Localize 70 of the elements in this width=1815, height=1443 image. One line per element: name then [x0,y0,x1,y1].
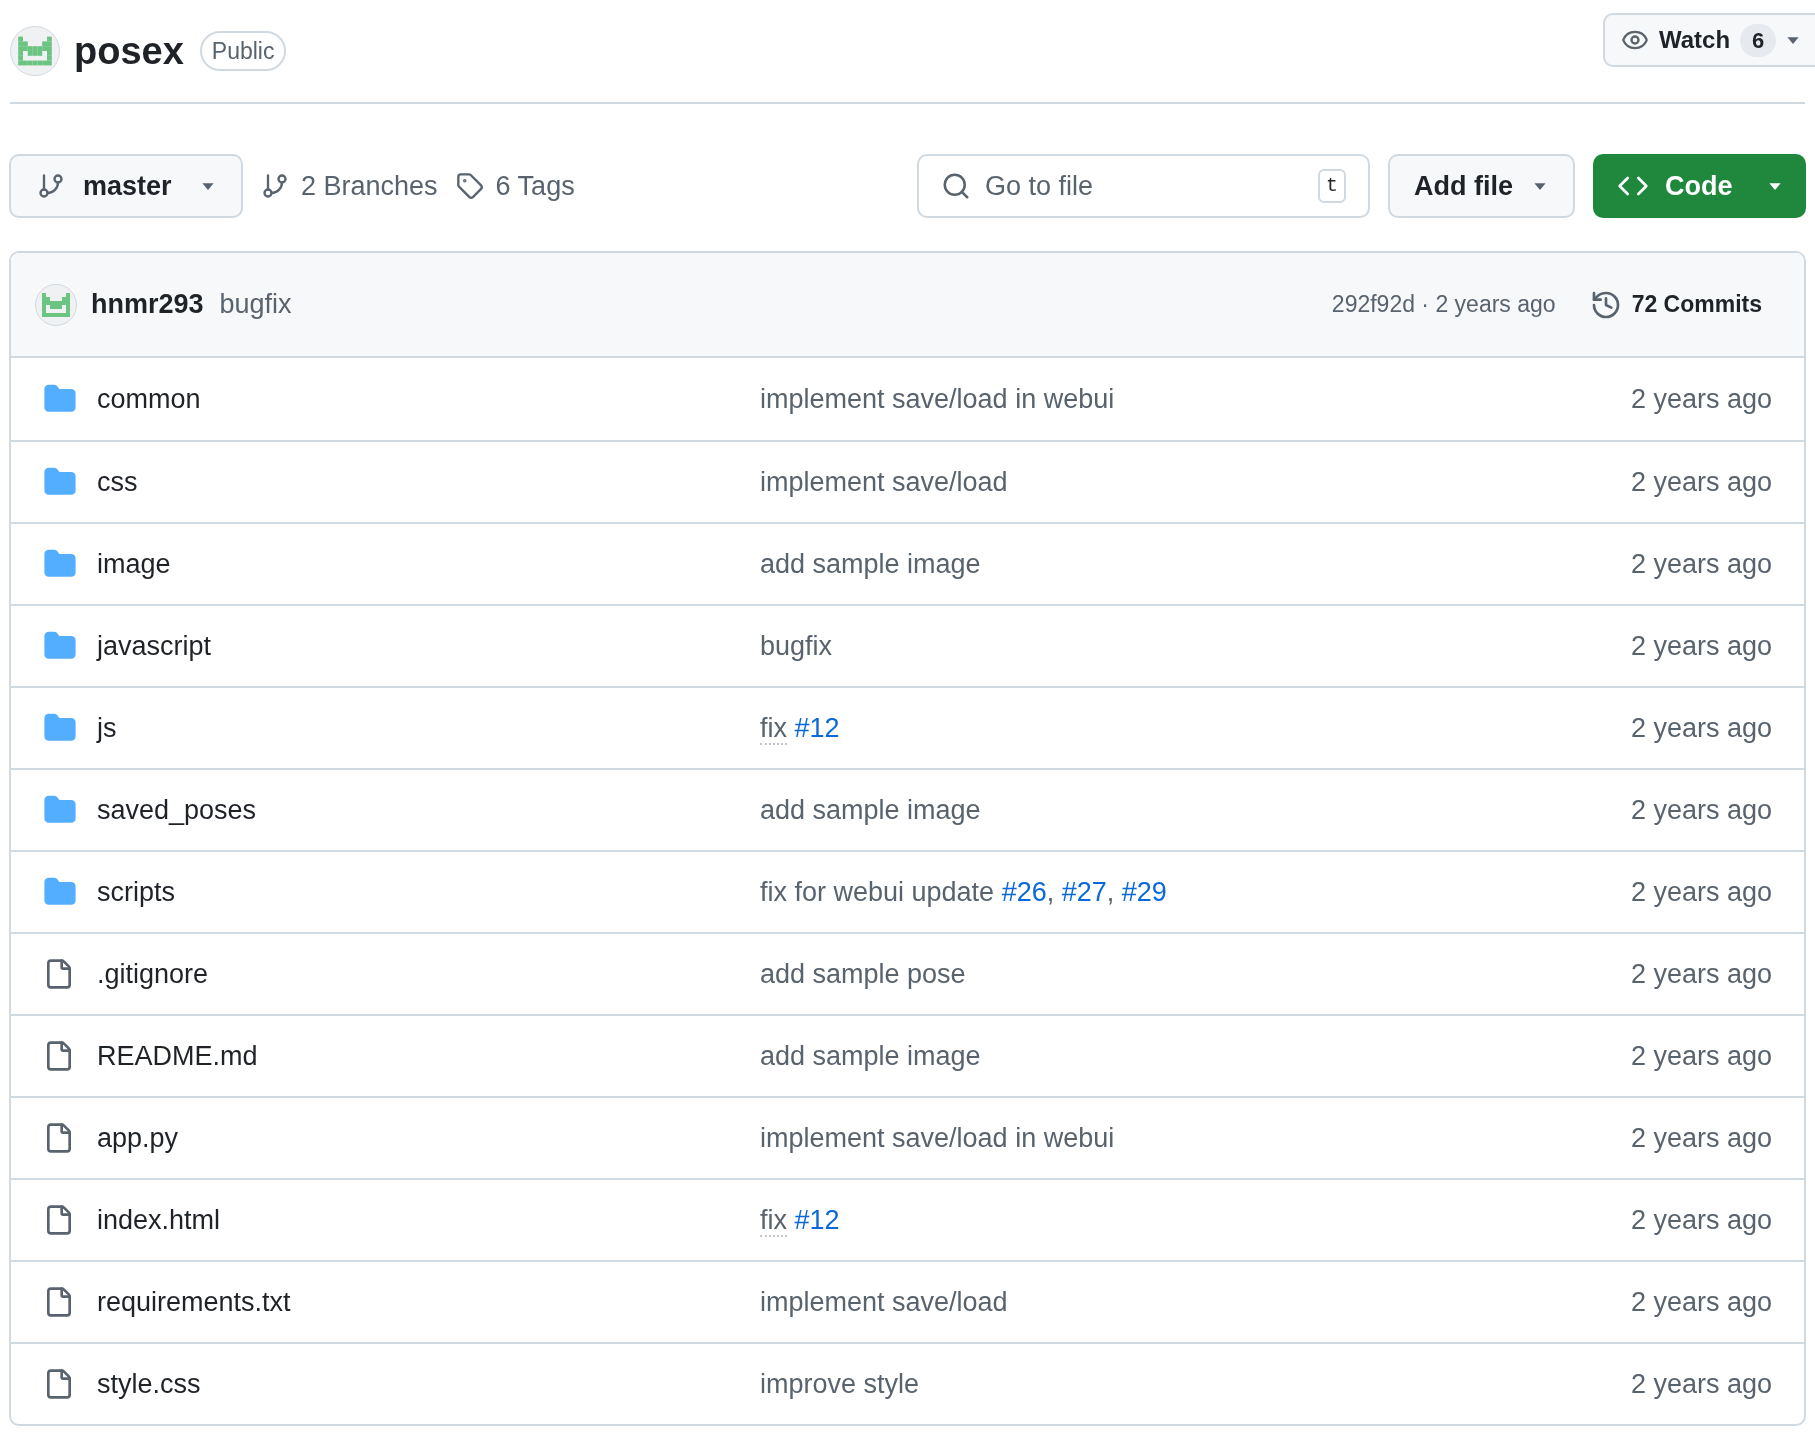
commit-message: fix #12 [760,711,840,747]
commit-time: 2 years ago [1630,1367,1772,1401]
commit-message: implement save/load in webui [760,1121,1115,1155]
commit-message: fix for webui update #26, #27, #29 [760,875,1167,909]
commit-message: bugfix [760,629,833,663]
file-name[interactable]: saved_poses [97,789,760,831]
caret-icon [1786,35,1801,45]
visibility-label: Public [199,30,287,72]
avatar-icon [10,26,60,76]
commit-message: add sample image [760,793,981,827]
tags-link[interactable]: 6 Tags [455,165,575,207]
watch-button[interactable]: Watch 6 [1603,13,1815,67]
file-name[interactable]: css [97,461,760,503]
commit-time: 2 years ago [1630,547,1772,581]
commit-message: implement save/load [760,465,1008,499]
watch-count: 6 [1740,23,1777,57]
caret-icon [1768,181,1782,191]
file-name[interactable]: app.py [97,1117,760,1159]
commit-message: add sample pose [760,957,966,991]
commit-message: bugfix [219,288,292,322]
file-name[interactable]: image [97,543,760,585]
go-to-file-field[interactable]: Go to file t [917,154,1370,218]
search-input[interactable]: Go to file [985,165,1304,207]
file-name[interactable]: common [97,378,760,420]
commit-time: 2 years ago [1630,382,1772,416]
commit-time: 2 years ago [1630,1285,1772,1319]
commit-message: add sample image [760,1039,981,1073]
add-file-button[interactable]: Add file [1388,154,1575,218]
issue-link[interactable]: #27 [1061,876,1107,907]
commit-time: 2 years ago [1630,1203,1772,1237]
commit-time: 2 years ago [1630,465,1772,499]
commit-message: improve style [760,1367,920,1401]
code-button[interactable]: Code [1593,154,1806,218]
branch-icon [261,172,289,200]
file-name[interactable]: javascript [97,625,760,667]
commit-hash-time: 292f92d · 2 years ago [1331,290,1556,320]
tag-icon [455,172,484,200]
search-icon [941,171,971,201]
issue-link[interactable]: #12 [794,712,840,743]
commit-message: add sample image [760,547,981,581]
commit-time: 2 years ago [1630,793,1772,827]
caret-icon [201,181,215,191]
commit-time: 2 years ago [1630,875,1772,909]
file-name[interactable]: style.css [97,1363,760,1405]
issue-link[interactable]: #26 [1001,876,1047,907]
branch-selector[interactable]: master [9,154,243,218]
commit-time: 2 years ago [1630,711,1772,745]
commit-author[interactable]: hnmr293 [91,284,204,325]
caret-icon [1533,181,1547,191]
file-name[interactable]: scripts [97,871,760,913]
file-name[interactable]: .gitignore [97,953,760,995]
commit-time: 2 years ago [1630,957,1772,991]
branches-link[interactable]: 2 Branches [261,165,438,207]
avatar-icon [35,283,77,326]
commits-link[interactable]: 72 Commits [1589,287,1762,322]
commit-message: fix #12 [760,1203,840,1239]
commit-time: 2 years ago [1630,629,1772,663]
repo-name[interactable]: posex [74,22,184,80]
file-name[interactable]: requirements.txt [97,1281,760,1323]
file-name[interactable]: README.md [97,1035,760,1077]
commit-message: implement save/load [760,1285,1008,1319]
file-name[interactable]: index.html [97,1199,760,1241]
branch-icon [37,172,65,200]
issue-link[interactable]: #12 [794,1204,840,1235]
commit-time: 2 years ago [1630,1121,1772,1155]
commit-time: 2 years ago [1630,1039,1772,1073]
shortcut-key: t [1318,169,1346,203]
issue-link[interactable]: #29 [1121,876,1167,907]
file-name[interactable]: js [97,707,760,749]
commit-message: implement save/load in webui [760,382,1115,416]
